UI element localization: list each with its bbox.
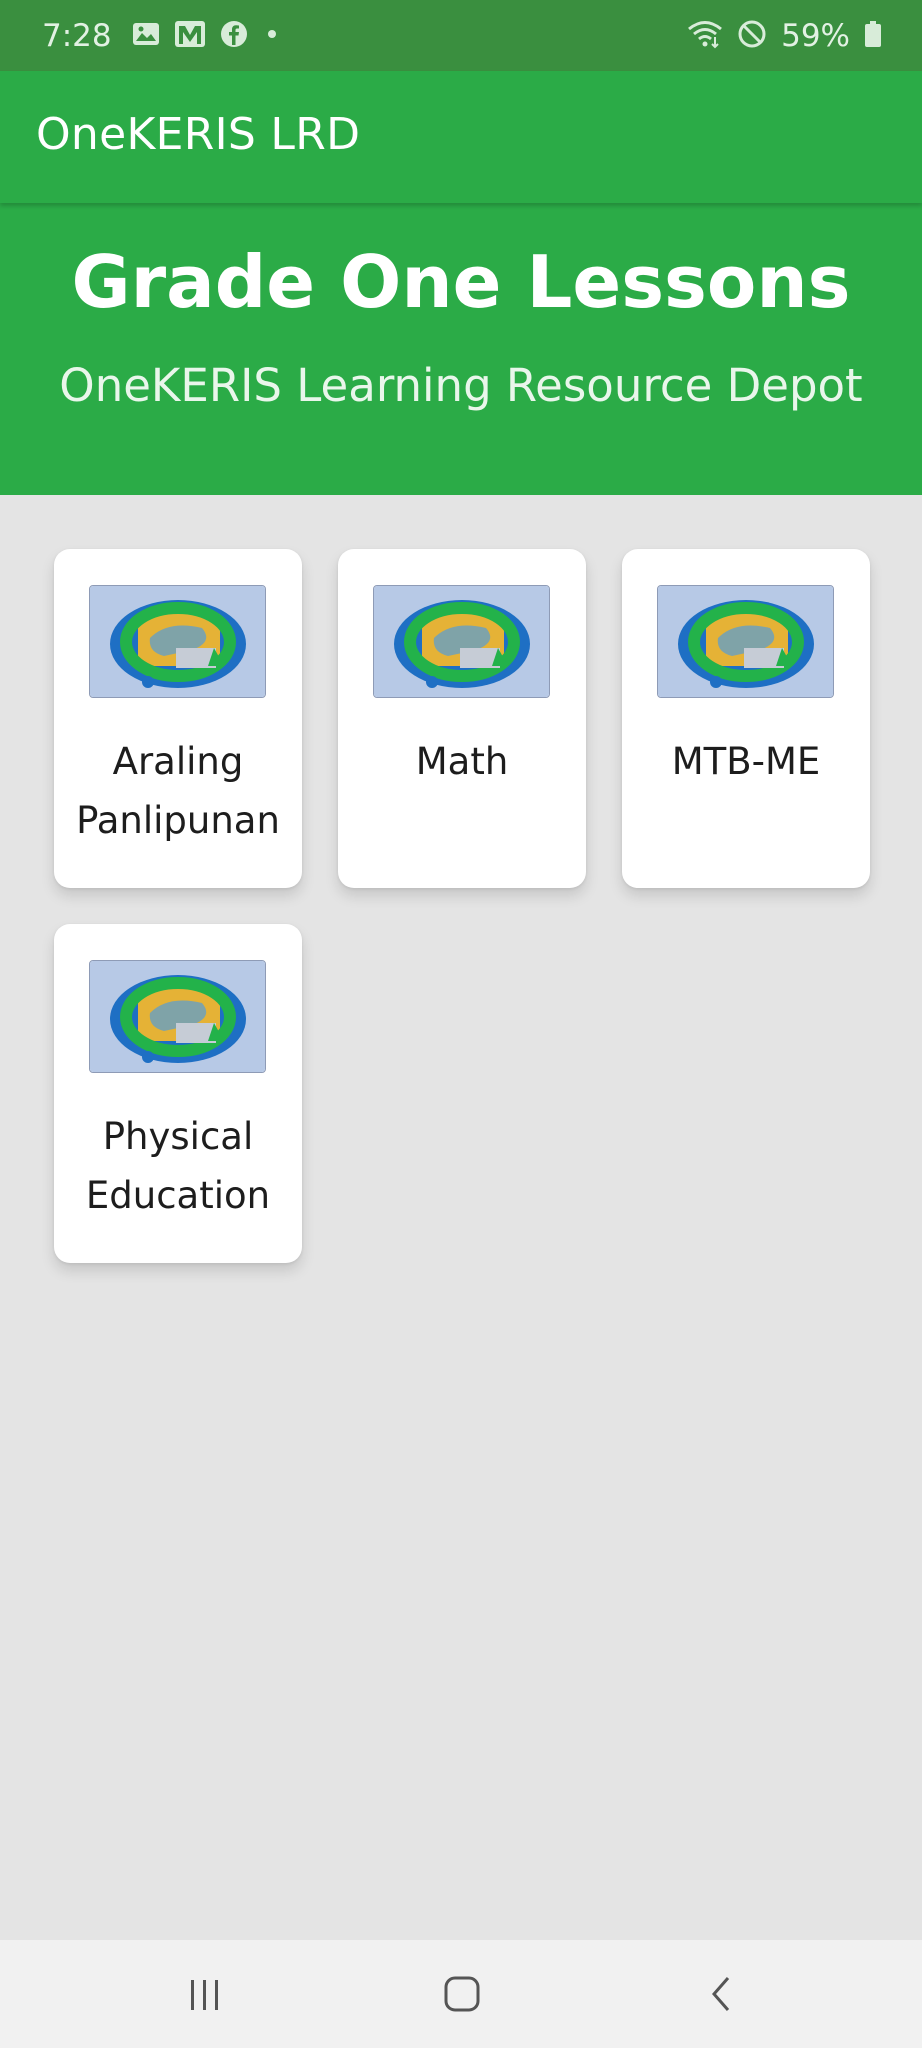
subject-label: Araling Panlipunan bbox=[76, 740, 280, 842]
subject-card-math[interactable]: Math bbox=[338, 549, 586, 888]
home-icon[interactable] bbox=[422, 1962, 502, 2026]
system-nav-bar bbox=[0, 1940, 922, 2048]
subject-label: MTB-ME bbox=[671, 740, 821, 783]
page-header: Grade One Lessons OneKERIS Learning Reso… bbox=[0, 203, 922, 495]
battery-percent: 59% bbox=[781, 17, 850, 54]
onekeris-logo-thumbnail-icon bbox=[89, 960, 266, 1073]
battery-icon bbox=[864, 20, 882, 52]
wifi-icon bbox=[687, 19, 723, 53]
back-icon[interactable] bbox=[680, 1962, 760, 2026]
onekeris-logo-thumbnail-icon bbox=[89, 585, 266, 698]
notification-dot-icon bbox=[262, 24, 282, 48]
subject-card-mtb-me[interactable]: MTB-ME bbox=[622, 549, 870, 888]
subject-label: Math bbox=[415, 740, 509, 783]
recent-apps-icon[interactable] bbox=[165, 1962, 245, 2026]
gmail-icon bbox=[174, 20, 206, 52]
facebook-icon bbox=[220, 20, 248, 52]
subject-card-physical-education[interactable]: Physical Education bbox=[54, 924, 302, 1263]
status-bar: 7:28 59% bbox=[0, 0, 922, 71]
onekeris-logo-thumbnail-icon bbox=[373, 585, 550, 698]
status-time: 7:28 bbox=[42, 17, 112, 54]
subject-card-araling-panlipunan[interactable]: Araling Panlipunan bbox=[54, 549, 302, 888]
gallery-icon bbox=[132, 22, 160, 50]
page-subtitle: OneKERIS Learning Resource Depot bbox=[59, 359, 863, 412]
onekeris-logo-thumbnail-icon bbox=[657, 585, 834, 698]
do-not-disturb-icon bbox=[737, 19, 767, 53]
app-bar: OneKERIS LRD bbox=[0, 71, 922, 203]
page-title: Grade One Lessons bbox=[71, 240, 851, 324]
app-title: OneKERIS LRD bbox=[36, 109, 361, 160]
subject-label: Physical Education bbox=[85, 1115, 271, 1217]
